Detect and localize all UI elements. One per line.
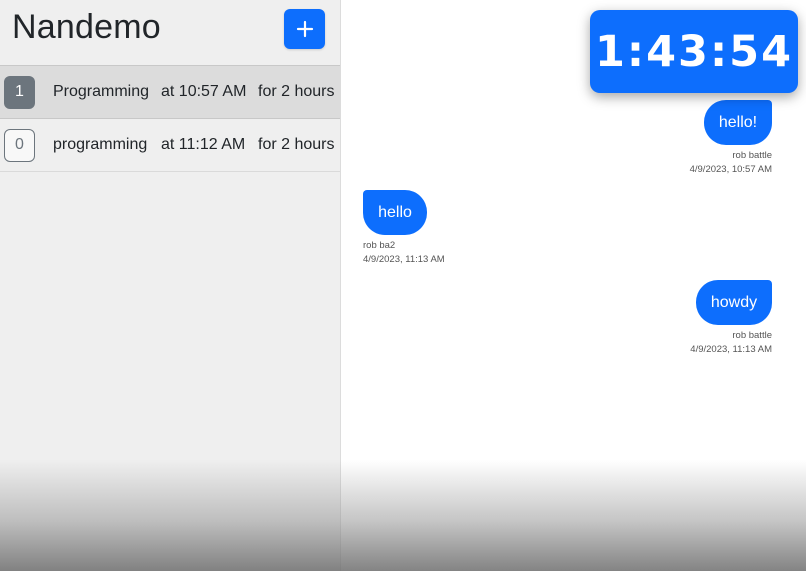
session-list: 1 Programming at 10:57 AM for 2 hours 0 … [0, 65, 340, 172]
message-bubble: howdy [696, 280, 772, 325]
list-item[interactable]: 1 Programming at 10:57 AM for 2 hours [0, 65, 340, 119]
message-bubble: hello [363, 190, 427, 235]
list-item[interactable]: 0 programming at 11:12 AM for 2 hours [0, 119, 340, 172]
message-bubble: hello! [704, 100, 772, 145]
item-duration: for 2 hours [258, 83, 335, 100]
count-badge: 1 [4, 75, 35, 109]
app-title: Nandemo [12, 8, 161, 46]
message-author: rob battle [732, 330, 772, 341]
item-name: programming [53, 136, 148, 153]
message-timestamp: 4/9/2023, 10:57 AM [689, 164, 772, 175]
item-time: at 11:12 AM [161, 136, 246, 153]
message-meta: rob battle 4/9/2023, 10:57 AM [640, 149, 772, 177]
add-session-button[interactable] [284, 9, 325, 49]
message-author: rob battle [732, 150, 772, 161]
message-meta: rob battle 4/9/2023, 11:13 AM [640, 329, 772, 357]
message-author: rob ba2 [363, 240, 396, 251]
item-name: Programming [53, 83, 150, 100]
message-meta: rob ba2 4/9/2023, 11:13 AM [363, 239, 503, 267]
message-timestamp: 4/9/2023, 11:13 AM [690, 344, 772, 355]
message-timestamp: 4/9/2023, 11:13 AM [363, 254, 445, 265]
count-badge: 0 [4, 128, 35, 162]
sidebar: Nandemo 1 Programming at 10:57 AM for 2 … [0, 0, 341, 571]
plus-icon [296, 20, 314, 38]
item-duration: for 2 hours [258, 136, 335, 153]
elapsed-timer: 1:43:54 [590, 10, 798, 93]
item-time: at 10:57 AM [161, 83, 247, 100]
